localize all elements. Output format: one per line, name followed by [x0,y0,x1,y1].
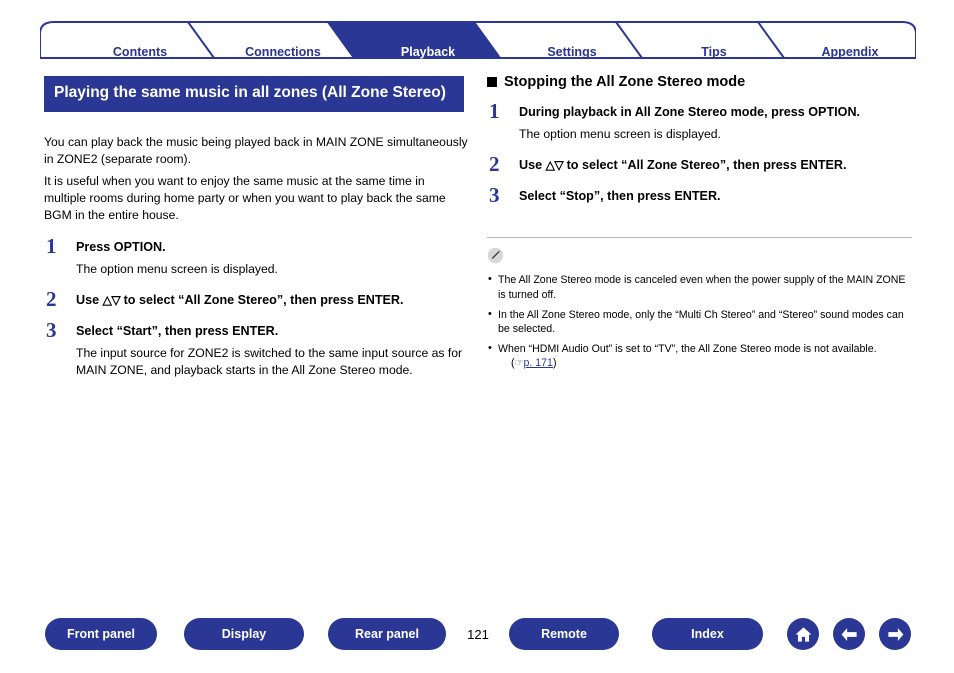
right-step-1: 1 During playback in All Zone Stereo mod… [487,99,917,143]
step-number: 3 [46,317,57,342]
left-step-2: 2 Use △▽ to select “All Zone Stereo”, th… [44,287,469,311]
square-marker-icon [487,77,497,87]
step-body: The input source for ZONE2 is switched t… [76,345,463,378]
intro-paragraph-2: It is useful when you want to enjoy the … [44,173,446,223]
step-heading: Use △▽ to select “All Zone Stereo”, then… [519,157,917,174]
back-arrow-icon[interactable] [833,618,865,650]
note-item: When “HDMI Audio Out” is set to “TV”, th… [487,341,912,371]
left-step-1: 1 Press OPTION. The option menu screen i… [44,234,469,278]
forward-arrow-icon[interactable] [879,618,911,650]
note-item: The All Zone Stereo mode is canceled eve… [487,272,912,301]
step-heading: Press OPTION. [76,239,166,254]
page-reference-link[interactable]: p. 171 [524,357,553,369]
step-body: The option menu screen is displayed. [76,261,278,276]
tab-contents[interactable]: Contents [70,45,210,59]
note-item-text: When “HDMI Audio Out” is set to “TV”, th… [498,343,877,356]
top-tab-bar: Contents Connections Playback Settings T… [40,20,916,59]
right-column: Stopping the All Zone Stereo mode 1 Duri… [487,74,917,377]
footer-button-display[interactable]: Display [184,618,304,650]
page-title: Playing the same music in all zones (All… [44,76,464,113]
step-heading: Use △▽ to select “All Zone Stereo”, then… [76,292,469,309]
step-heading: During playback in All Zone Stereo mode,… [519,105,861,119]
step-heading-post: to select “All Zone Stereo”, then press … [120,292,404,307]
section-heading-text: Stopping the All Zone Stereo mode [504,74,746,90]
step-heading-post: to select “All Zone Stereo”, then press … [563,158,847,173]
page-number: 121 [467,627,489,642]
right-step-2: 2 Use △▽ to select “All Zone Stereo”, th… [487,152,917,176]
footer-button-remote[interactable]: Remote [509,618,619,650]
step-heading: Select “Stop”, then press ENTER. [519,189,721,204]
page-reference: (☞p. 171) [511,357,557,370]
home-icon[interactable] [787,618,819,650]
intro-paragraph-1: You can play back the music being played… [44,135,468,167]
section-heading: Stopping the All Zone Stereo mode [487,74,917,90]
tab-tips[interactable]: Tips [642,45,786,59]
step-number: 1 [46,233,57,258]
right-step-3: 3 Select “Stop”, then press ENTER. [487,183,917,207]
note-item: In the All Zone Stereo mode, only the “M… [487,307,912,336]
step-heading-pre: Use [76,292,103,307]
tab-playback[interactable]: Playback [354,45,502,59]
note-list: The All Zone Stereo mode is canceled eve… [487,272,912,371]
pencil-note-icon [487,248,504,264]
tab-connections[interactable]: Connections [210,45,356,59]
step-heading: Select “Start”, then press ENTER. [76,323,279,338]
step-number: 2 [489,152,500,177]
step-heading-pre: Use [519,158,546,173]
link-arrow-icon: ☞ [514,358,524,370]
step-number: 1 [489,99,500,123]
note-block: The All Zone Stereo mode is canceled eve… [487,237,912,370]
tab-appendix[interactable]: Appendix [784,45,916,59]
footer-button-index[interactable]: Index [652,618,763,650]
left-step-3: 3 Select “Start”, then press ENTER. The … [44,318,469,380]
updown-arrows-icon: △▽ [102,292,121,307]
step-body: The option menu screen is displayed. [519,127,721,141]
step-number: 2 [46,286,57,311]
footer-bar: Front panel Display Rear panel 121 Remot… [0,618,954,658]
tab-settings[interactable]: Settings [500,45,644,59]
updown-arrows-icon: △▽ [545,158,564,173]
left-column: You can play back the music being played… [44,134,469,380]
step-number: 3 [489,183,500,208]
footer-button-front-panel[interactable]: Front panel [45,618,157,650]
footer-button-rear-panel[interactable]: Rear panel [328,618,446,650]
